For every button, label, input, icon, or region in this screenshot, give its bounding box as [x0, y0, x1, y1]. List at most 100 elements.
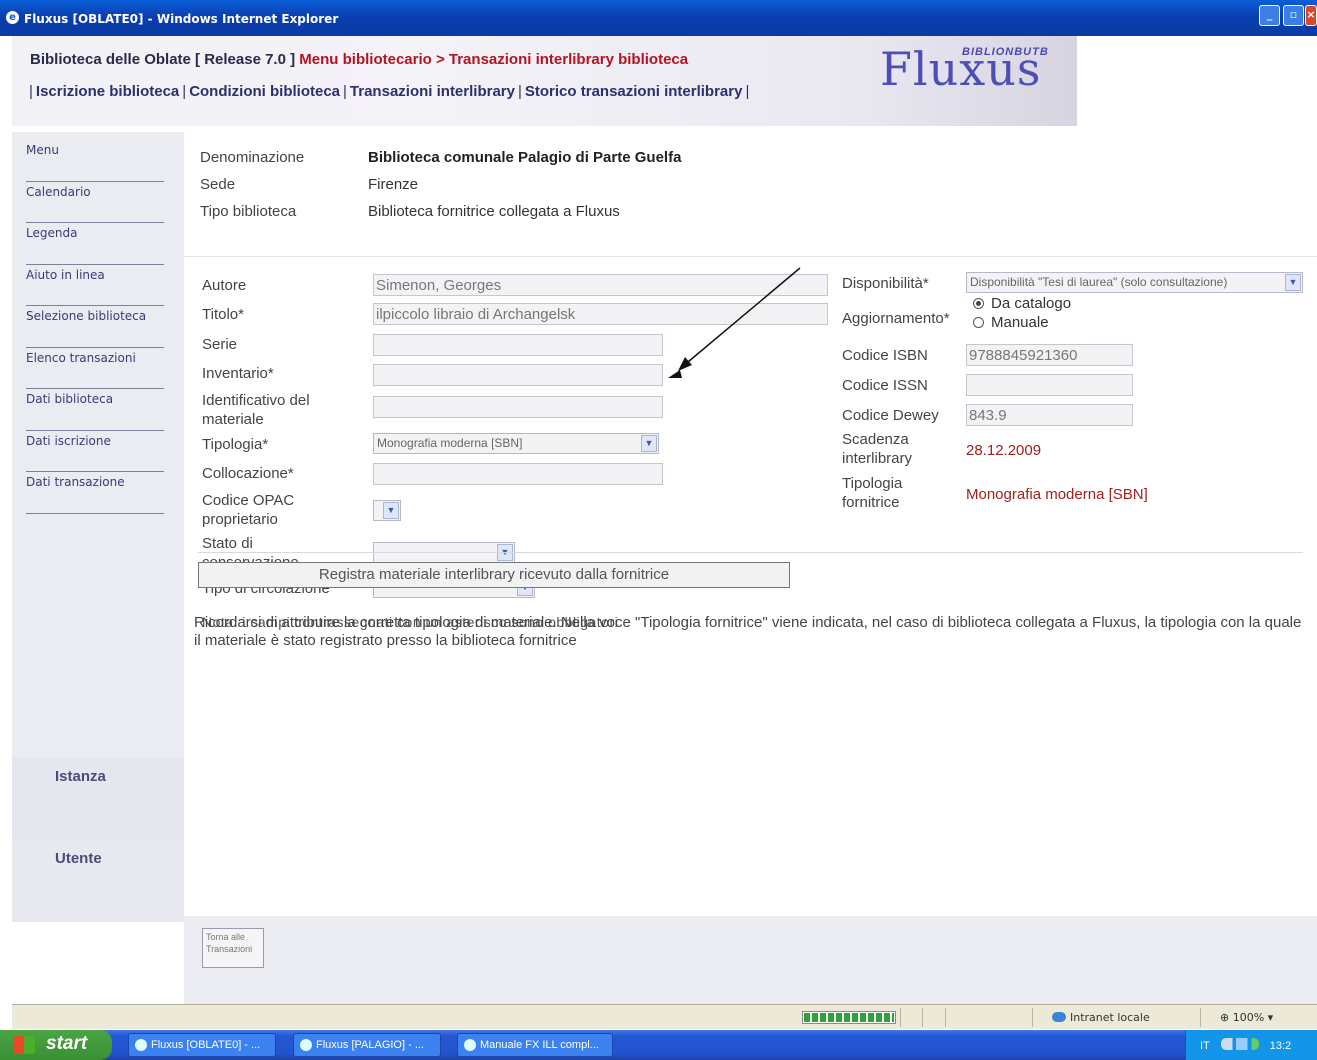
registra-materiale-button[interactable]: Registra materiale interlibrary ricevuto…	[198, 562, 790, 588]
isbn-field[interactable]: 9788845921360	[966, 344, 1133, 366]
sidebar-item-dati-transazione[interactable]: Dati transazione	[26, 472, 164, 514]
language-indicator[interactable]: IT	[1200, 1040, 1210, 1052]
sidebar-item-calendario[interactable]: Calendario	[26, 182, 164, 223]
ie-icon: e	[6, 11, 19, 24]
nav-separator: |	[182, 83, 187, 100]
nav-storico-transazioni[interactable]: Storico transazioni interlibrary	[525, 83, 743, 100]
radio-da-catalogo[interactable]: Da catalogo	[973, 295, 1071, 312]
collocazione-label: Collocazione*	[202, 465, 294, 482]
window-titlebar: e Fluxus [OBLATE0] - Windows Internet Ex…	[0, 0, 1317, 36]
sidebar-item-label: Dati iscrizione	[26, 433, 111, 448]
serie-field[interactable]	[373, 334, 663, 356]
collocazione-field[interactable]	[373, 463, 663, 485]
nav-separator: |	[745, 83, 750, 100]
sidebar-item-label: Menu	[26, 143, 59, 157]
torna-transazioni-button[interactable]: Torna alle Transazioni	[202, 928, 264, 968]
autore-label: Autore	[202, 277, 247, 294]
taskbar-item-fluxus-oblate[interactable]: Fluxus [OBLATE0] - ...	[128, 1033, 276, 1057]
tipologia-fornitrice-value: Monografia moderna [SBN]	[966, 486, 1148, 503]
taskbar-item-fluxus-palagio[interactable]: Fluxus [PALAGIO] - ...	[293, 1033, 441, 1057]
nav-transazioni-interlibrary[interactable]: Transazioni interlibrary	[350, 83, 515, 100]
main-content: Denominazione Biblioteca comunale Palagi…	[184, 132, 1317, 1004]
titolo-label: Titolo*	[202, 306, 244, 323]
logo-wordmark: Fluxus	[880, 42, 1042, 96]
taskbar-item-manuale[interactable]: Manuale FX ILL compl...	[457, 1033, 613, 1057]
fluxus-logo: BIBLIONBUTB Fluxus	[880, 40, 1080, 110]
aggiornamento-label: Aggiornamento*	[842, 310, 950, 327]
nav-condizioni-biblioteca[interactable]: Condizioni biblioteca	[189, 83, 340, 100]
maximize-button[interactable]: ▫	[1283, 5, 1304, 26]
nav-iscrizione-biblioteca[interactable]: Iscrizione biblioteca	[36, 83, 179, 100]
tray-icons	[1220, 1038, 1259, 1050]
sidebar-item-label: Dati biblioteca	[26, 392, 114, 406]
sede-label: Sede	[200, 176, 236, 193]
sidebar-item-label: Calendario	[26, 184, 91, 199]
intranet-zone-icon	[1052, 1012, 1066, 1022]
sidebar-item-menu[interactable]: Menu	[26, 140, 164, 182]
sidebar-item-label: Elenco transazioni	[26, 350, 136, 365]
sidebar-item-selezione-biblioteca[interactable]: Selezione biblioteca	[26, 306, 164, 348]
nav-separator: |	[343, 83, 347, 100]
breadcrumb-path[interactable]: Menu bibliotecario > Transazioni interli…	[299, 51, 688, 68]
radio-manuale-label: Manuale	[991, 314, 1049, 331]
identificativo-field[interactable]	[373, 396, 663, 418]
inventario-field[interactable]	[373, 364, 663, 386]
library-info: Denominazione Biblioteca comunale Palagi…	[184, 132, 1317, 257]
security-zone-label: Intranet locale	[1070, 1011, 1150, 1024]
sidebar-bottom-spacer	[12, 922, 184, 1004]
status-separator	[1200, 1008, 1201, 1027]
sidebar-item-dati-iscrizione[interactable]: Dati iscrizione	[26, 431, 164, 472]
page: Biblioteca delle Oblate [ Release 7.0 ] …	[12, 36, 1317, 1004]
scadenza-value: 28.12.2009	[966, 442, 1042, 459]
sidebar-item-label: Selezione biblioteca	[26, 309, 147, 323]
tipologia-fornitrice-label: Tipologia fornitrice	[842, 475, 903, 511]
clock: 13:2	[1269, 1040, 1292, 1052]
sidebar-istanza-label: Istanza	[55, 768, 106, 785]
sidebar-item-dati-biblioteca[interactable]: Dati biblioteca	[26, 389, 164, 431]
top-nav: | Iscrizione biblioteca | Condizioni biblio…	[26, 83, 752, 100]
dewey-label: Codice Dewey	[842, 407, 939, 424]
titolo-field[interactable]: ilpiccolo libraio di Archangelsk	[373, 303, 828, 325]
sidebar-item-legenda[interactable]: Legenda	[26, 223, 164, 265]
radio-selected-icon	[973, 298, 984, 309]
footer-band: Torna alle Transazioni	[184, 916, 1317, 1004]
codice-opac-select[interactable]: ▼	[373, 500, 401, 521]
chevron-down-icon[interactable]: ▼	[641, 435, 657, 452]
tipo-biblioteca-label: Tipo biblioteca	[200, 203, 297, 220]
disponibilita-label: Disponibilità*	[842, 275, 929, 292]
chevron-down-icon[interactable]: ▼	[383, 502, 399, 519]
sidebar: Menu Calendario Legenda Aiuto in linea S…	[12, 132, 184, 1004]
radio-manuale[interactable]: Manuale	[973, 314, 1049, 331]
identificativo-label: Identificativo del materiale	[202, 392, 310, 428]
tipologia-select[interactable]: Monografia moderna [SBN] ▼	[373, 433, 659, 454]
issn-field[interactable]	[966, 374, 1133, 396]
chevron-down-icon[interactable]: ▼	[1285, 274, 1301, 291]
denominazione-value: Biblioteca comunale Palagio di Parte Gue…	[368, 149, 682, 166]
codice-opac-label: Codice OPAC proprietario	[202, 492, 295, 528]
disponibilita-select[interactable]: Disponibilità "Tesi di laurea" (solo con…	[966, 272, 1303, 293]
serie-label: Serie	[202, 336, 238, 353]
sidebar-item-elenco-transazioni[interactable]: Elenco transazioni	[26, 348, 164, 389]
status-separator	[922, 1008, 923, 1027]
start-button[interactable]: start	[0, 1030, 112, 1060]
close-button[interactable]: ×	[1305, 5, 1317, 26]
disponibilita-value: Disponibilità "Tesi di laurea" (solo con…	[970, 275, 1228, 289]
dewey-field[interactable]: 843.9	[966, 404, 1133, 426]
nav-separator: |	[517, 83, 522, 100]
start-label: start	[46, 1033, 88, 1054]
tipologia-label: Tipologia*	[202, 436, 269, 453]
status-separator	[1032, 1008, 1033, 1027]
load-progress-bar	[802, 1011, 896, 1024]
sidebar-item-label: Legenda	[26, 226, 78, 240]
sidebar-item-aiuto[interactable]: Aiuto in linea	[26, 265, 164, 306]
header: Biblioteca delle Oblate [ Release 7.0 ] …	[12, 36, 1317, 126]
radio-da-catalogo-label: Da catalogo	[991, 295, 1072, 312]
sidebar-menu: Menu Calendario Legenda Aiuto in linea S…	[26, 140, 164, 514]
radio-unselected-icon	[973, 317, 984, 328]
breadcrumb-library: Biblioteca delle Oblate [ Release 7.0 ]	[30, 51, 296, 68]
autore-field[interactable]: Simenon, Georges	[373, 274, 828, 296]
zoom-control[interactable]: ⊕ 100% ▾	[1220, 1011, 1273, 1024]
minimize-button[interactable]: _	[1259, 5, 1280, 26]
zoom-magnifier-icon: ⊕	[1220, 1011, 1230, 1024]
security-zone-indicator: Intranet locale	[1052, 1011, 1150, 1024]
